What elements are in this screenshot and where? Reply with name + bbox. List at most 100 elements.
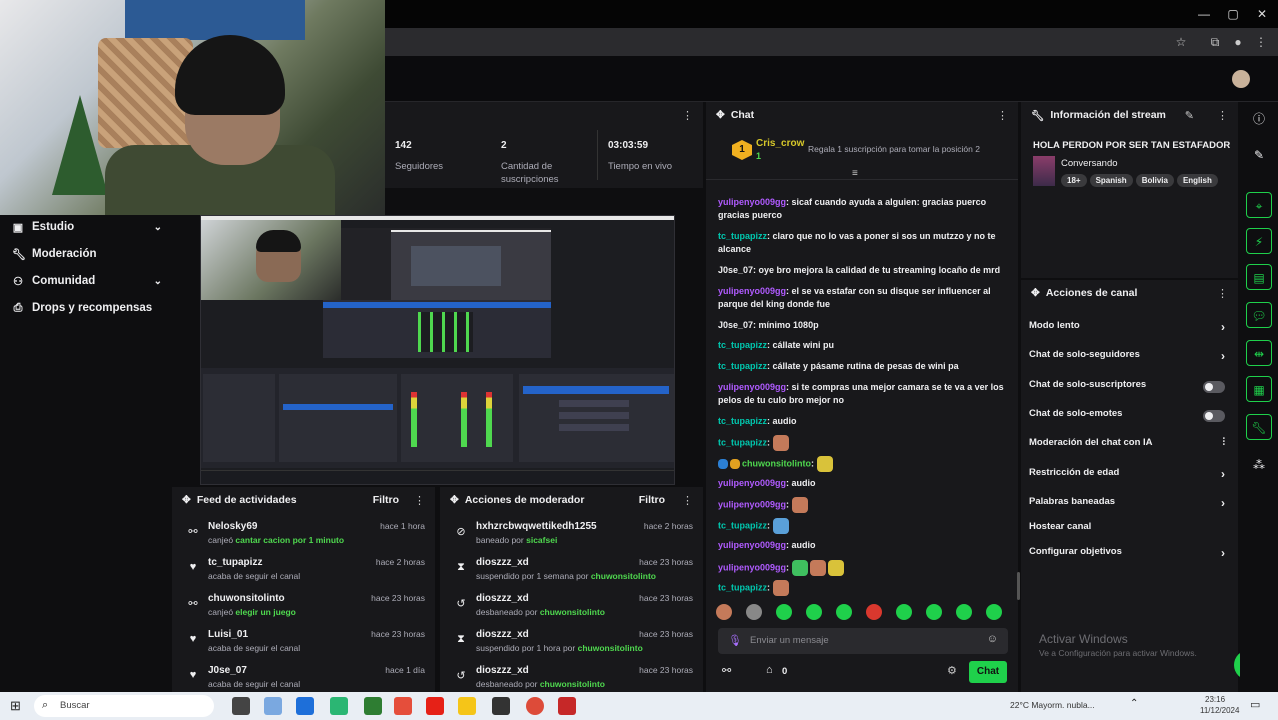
sidebar-item-estudio[interactable]: ▣ Estudio ⌄ — [12, 218, 162, 236]
user-avatar[interactable] — [1232, 70, 1250, 88]
chat-message[interactable]: tc_tupapizz: — [718, 435, 1008, 451]
chat-input[interactable]: 🎙︎ Enviar un mensaje ☺ — [718, 628, 1008, 654]
edit-pencil-icon[interactable]: ✎ — [1185, 109, 1194, 122]
chat-username[interactable]: J0se_07 — [718, 265, 753, 275]
chat-username[interactable]: tc_tupapizz — [718, 361, 767, 371]
edge-icon[interactable] — [296, 697, 314, 715]
chat-settings-gear-icon[interactable]: ⚙ — [947, 664, 957, 677]
maximize-button[interactable]: ▢ — [1225, 6, 1241, 22]
app-icon[interactable] — [558, 697, 576, 715]
drag-handle-icon[interactable]: ✥ — [450, 494, 459, 506]
mod-action-row[interactable]: ⧗ dioszzz_xd suspendido por 1 hora por chu… — [444, 629, 699, 661]
channel-action-item[interactable]: Modo lento › — [1029, 320, 1225, 338]
toggle-switch[interactable] — [1203, 410, 1225, 422]
clock-time[interactable]: 23:16 — [1205, 695, 1225, 704]
channel-action-item[interactable]: Hostear canal — [1029, 521, 1225, 539]
row-username[interactable]: J0se_07 — [208, 665, 247, 676]
mod-action-row[interactable]: ↺ dioszzz_xd desbaneado por chuwonsitolint… — [444, 593, 699, 625]
row-username[interactable]: dioszzz_xd — [476, 629, 529, 640]
channel-action-item[interactable]: Restricción de edad › — [1029, 467, 1225, 485]
browser-menu-icon[interactable]: ⋮ — [1253, 34, 1269, 50]
microphone-icon[interactable]: 🎙︎ — [728, 634, 742, 647]
row-detail-highlight[interactable]: chuwonsitolinto — [540, 679, 605, 689]
tag-pill[interactable]: English — [1176, 174, 1218, 187]
task-view-icon[interactable] — [232, 697, 250, 715]
sidebar-item-comunidad[interactable]: ⚇ Comunidad ⌄ — [12, 272, 162, 290]
emote-suggestion[interactable] — [896, 604, 912, 620]
row-username[interactable]: tc_tupapizz — [208, 557, 262, 568]
row-detail-highlight[interactable]: chuwonsitolinto — [578, 643, 643, 653]
chat-username[interactable]: yulipenyo009gg — [718, 286, 786, 296]
row-username[interactable]: Nelosky69 — [208, 521, 257, 532]
chat-message[interactable]: tc_tupapizz: claro que no lo vas a poner… — [718, 230, 1008, 256]
extensions-icon[interactable]: ⧉ — [1207, 34, 1223, 50]
channel-action-item[interactable]: Palabras baneadas › — [1029, 496, 1225, 514]
chat-message[interactable]: chuwonsitolinto: — [718, 456, 1008, 472]
row-detail-highlight[interactable]: sicafsei — [526, 535, 557, 545]
message-icon[interactable]: 💬︎ — [1246, 302, 1272, 328]
kebab-menu-icon[interactable]: ⋮ — [997, 109, 1008, 122]
tag-pill[interactable]: Spanish — [1089, 174, 1133, 187]
row-username[interactable]: dioszzz_xd — [476, 593, 529, 604]
row-detail-highlight[interactable]: elegir un juego — [235, 607, 295, 617]
emote-suggestion[interactable] — [776, 604, 792, 620]
windows-start-icon[interactable]: ⊞ — [10, 698, 21, 714]
chat-send-button[interactable]: Chat — [969, 661, 1007, 683]
app-icon[interactable] — [394, 697, 412, 715]
activity-row[interactable]: ⚯ chuwonsitolinto canjeó elegir un juego ha… — [176, 593, 431, 625]
chat-username[interactable]: yulipenyo009gg — [718, 499, 786, 509]
weather-widget[interactable]: 22°C Mayorm. nubla... — [1010, 700, 1095, 710]
chat-username[interactable]: yulipenyo009gg — [718, 540, 786, 550]
edit-pencil-icon[interactable]: ✎ — [1246, 142, 1272, 168]
chat-username[interactable]: tc_tupapizz — [718, 520, 767, 530]
row-detail-highlight[interactable]: cantar cacion por 1 minuto — [235, 535, 344, 545]
taskbar-search[interactable]: ⌕ Buscar — [34, 695, 214, 717]
chat-username[interactable]: yulipenyo009gg — [718, 478, 786, 488]
mod-action-row[interactable]: ⊘ hxhzrcbwqwettikedh1255 baneado por sicaf… — [444, 521, 699, 553]
emote-image[interactable] — [809, 560, 826, 576]
chat-username[interactable]: chuwonsitolinto — [742, 458, 811, 468]
chat-message[interactable]: yulipenyo009gg: si te compras una mejor … — [718, 381, 1008, 407]
channel-action-item[interactable]: Chat de solo-seguidores › — [1029, 349, 1225, 367]
emote-suggestion[interactable] — [716, 604, 732, 620]
emote-suggestion[interactable] — [836, 604, 852, 620]
kebab-menu-icon[interactable]: ⋮ — [682, 109, 693, 122]
emote-picker-icon[interactable]: ☺ — [987, 633, 998, 645]
chat-message[interactable]: tc_tupapizz: audio — [718, 415, 1008, 428]
channel-action-item[interactable]: Moderación del chat con IA ⫶ — [1029, 437, 1225, 455]
chat-message[interactable]: tc_tupapizz: cállate wini pu — [718, 339, 1008, 352]
kebab-menu-icon[interactable]: ⋮ — [414, 494, 425, 507]
sidebar-item-moderacion[interactable]: 🔧︎ Moderación — [12, 245, 162, 263]
kebab-menu-icon[interactable]: ⋮ — [1217, 287, 1228, 300]
activity-row[interactable]: ⚯ Nelosky69 canjeó cantar cacion por 1 min… — [176, 521, 431, 553]
file-explorer-icon[interactable] — [458, 697, 476, 715]
tag-pill[interactable]: Bolivia — [1135, 174, 1174, 187]
chat-message[interactable]: yulipenyo009gg: — [718, 497, 1008, 513]
chat-username[interactable]: yulipenyo009gg — [718, 562, 786, 572]
youtube-icon[interactable] — [426, 697, 444, 715]
channel-action-item[interactable]: Configurar objetivos › — [1029, 546, 1225, 564]
emote-image[interactable] — [791, 560, 808, 576]
raid-icon[interactable]: ⇹ — [1246, 340, 1272, 366]
sidebar-item-drops[interactable]: ⎙ Drops y recompensas — [12, 299, 162, 317]
info-icon[interactable]: ⓘ — [1246, 106, 1272, 132]
add-action-icon[interactable]: ⁂ — [1246, 452, 1272, 478]
row-username[interactable]: chuwonsitolinto — [208, 593, 285, 604]
chat-message[interactable]: tc_tupapizz: cállate y pásame rutina de … — [718, 360, 1008, 373]
row-username[interactable]: dioszzz_xd — [476, 665, 529, 676]
chat-message[interactable]: yulipenyo009gg: — [718, 560, 1008, 576]
chat-message[interactable]: J0se_07: mínimo 1080p — [718, 319, 1008, 332]
activity-filter-button[interactable]: Filtro — [373, 494, 399, 506]
whatsapp-icon[interactable] — [330, 697, 348, 715]
row-username[interactable]: dioszzz_xd — [476, 557, 529, 568]
chat-username[interactable]: J0se_07 — [718, 320, 753, 330]
collapse-icon[interactable]: ≡ — [852, 168, 858, 179]
address-bar[interactable]: ☆ ⧉ ● ⋮ — [385, 28, 1278, 56]
drag-handle-icon[interactable]: ✥ — [182, 494, 191, 506]
chat-message[interactable]: yulipenyo009gg: el se va estafar con su … — [718, 285, 1008, 311]
emote-suggestion[interactable] — [746, 604, 762, 620]
chrome-icon[interactable] — [526, 697, 544, 715]
chat-username[interactable]: tc_tupapizz — [718, 231, 767, 241]
row-username[interactable]: hxhzrcbwqwettikedh1255 — [476, 521, 597, 532]
chat-bubble-icon[interactable]: ▤ — [1246, 264, 1272, 290]
